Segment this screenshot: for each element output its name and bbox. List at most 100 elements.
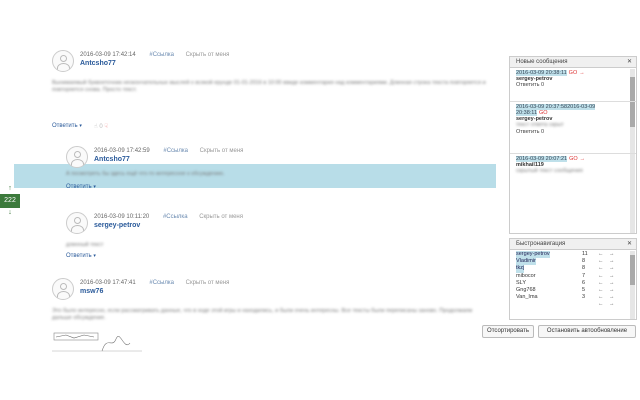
quick-nav-row[interactable]: ← → — [516, 301, 636, 308]
prev-next-arrows[interactable]: ← → — [598, 265, 617, 272]
quick-nav-count: 6 — [582, 279, 586, 286]
new-messages-panel: Новые сообщения ✕ 2016-03-09 20:38:11 GO →… — [509, 56, 637, 234]
comment-author[interactable]: Antcsho77 — [80, 60, 116, 67]
counter-down-arrow[interactable]: ↓ — [0, 209, 20, 217]
prev-next-arrows[interactable]: ← → — [598, 287, 617, 294]
counter-value: 222 — [0, 194, 20, 208]
quick-nav-list: sergey-petrov 11 ← → Vladimir 8 ← → tkzj 8 ← →… — [510, 250, 636, 309]
permalink[interactable]: #Ссылка — [149, 280, 174, 286]
comment-text: Вынимаемый буквоеточник неокончательных … — [52, 80, 486, 93]
stop-autoupdate-button[interactable]: Остановить автообновление — [538, 325, 636, 338]
new-messages-header: Новые сообщения ✕ — [510, 57, 636, 68]
quick-nav-user[interactable]: SLY — [516, 280, 526, 287]
quick-nav-panel: Быстронавигация ✕ sergey-petrov 11 ← → Vla… — [509, 238, 637, 320]
vote-widget[interactable]: ☝ 0 ☟ — [94, 123, 108, 130]
reply-label: Ответить — [66, 184, 92, 190]
message-text: текст ответа скрыт — [516, 122, 564, 128]
quick-nav-count: 8 — [582, 265, 586, 272]
permalink[interactable]: #Ссылка — [163, 214, 188, 220]
quick-nav-user[interactable]: Gng768 — [516, 287, 536, 294]
prev-next-arrows[interactable]: ← → — [598, 251, 617, 258]
close-icon[interactable]: ✕ — [627, 57, 632, 68]
go-arrow-icon: → — [579, 156, 586, 162]
hide-link[interactable]: Скрыть от меня — [199, 214, 243, 220]
comment-date: 2016-03-09 17:42:59 — [94, 148, 150, 154]
sort-button[interactable]: Отсортировать — [482, 325, 534, 338]
quick-nav-title: Быстронавигация — [516, 241, 566, 247]
quick-nav-header: Быстронавигация ✕ — [510, 239, 636, 250]
comment-author[interactable]: sergey-petrov — [94, 222, 140, 229]
message-answer[interactable]: Ответить 0 — [516, 82, 628, 88]
quick-nav-row[interactable]: Vladimir 8 ← → — [516, 258, 636, 266]
comment-text: Это было интересно, если рассматривать д… — [52, 308, 473, 321]
comment-author[interactable]: Antcsho77 — [94, 156, 130, 163]
quick-nav-user[interactable]: tkzj — [516, 265, 525, 273]
close-icon[interactable]: ✕ — [627, 239, 632, 250]
prev-next-arrows[interactable]: ← → — [598, 301, 617, 308]
prev-next-arrows[interactable]: ← → — [598, 294, 617, 301]
quick-nav-row[interactable]: sergey-petrov 11 ← → — [516, 251, 636, 259]
comment-meta: 2016-03-09 17:42:14 #Ссылка Скрыть от ме… — [80, 52, 229, 58]
vote-count: 0 — [99, 124, 103, 130]
thumb-up-icon[interactable]: ☝ — [94, 124, 98, 130]
avatar — [66, 146, 88, 168]
reply-label: Ответить — [66, 253, 92, 259]
caret-down-icon: ▾ — [93, 184, 96, 190]
prev-next-arrows[interactable]: ← → — [598, 273, 617, 280]
avatar — [66, 212, 88, 234]
comment-meta: 2016-03-09 10:11:20 #Ссылка Скрыть от ме… — [94, 214, 243, 220]
comment-meta: 2016-03-09 17:47:41 #Ссылка Скрыть от ме… — [80, 280, 229, 286]
comment-date: 2016-03-09 17:47:41 — [80, 280, 136, 286]
prev-next-arrows[interactable]: ← → — [598, 280, 617, 287]
quick-nav-row[interactable]: tkzj 8 ← → — [516, 265, 636, 273]
quick-nav-user[interactable]: Vladimir — [516, 258, 536, 266]
comment-meta: 2016-03-09 17:42:59 #Ссылка Скрыть от ме… — [94, 148, 243, 154]
comment-date: 2016-03-09 10:11:20 — [94, 214, 150, 220]
quick-nav-count: 11 — [582, 251, 588, 257]
reply-button[interactable]: Ответить ▾ — [52, 123, 82, 129]
reply-button[interactable]: Ответить ▾ — [66, 253, 96, 259]
quick-nav-row[interactable]: Van_Ima 3 ← → — [516, 294, 636, 301]
quick-nav-count: 7 — [582, 272, 586, 279]
hide-link[interactable]: Скрыть от меня — [200, 148, 244, 154]
message-item[interactable]: 2016-03-09 20:37:582016-03-09 20:38:11 GO… — [510, 102, 636, 154]
new-messages-title: Новые сообщения — [516, 59, 568, 65]
message-item[interactable]: 2016-03-09 20:07:21 GO → mikhail119 скрыты… — [510, 154, 636, 232]
avatar — [52, 278, 74, 300]
permalink[interactable]: #Ссылка — [149, 52, 174, 58]
prev-next-arrows[interactable]: ← → — [598, 258, 617, 265]
reply-label: Ответить — [52, 123, 78, 129]
quick-nav-row[interactable]: mibocor 7 ← → — [516, 273, 636, 280]
quick-nav-user[interactable]: mibocor — [516, 273, 536, 280]
go-link[interactable]: GO — [569, 70, 578, 76]
avatar — [52, 50, 74, 72]
quick-nav-count: 3 — [582, 294, 586, 301]
quick-nav-user[interactable]: sergey-petrov — [516, 251, 550, 259]
go-arrow-icon: → — [579, 70, 585, 76]
permalink[interactable]: #Ссылка — [163, 148, 188, 154]
reply-button[interactable]: Ответить ▾ — [66, 184, 96, 190]
quick-nav-count: 5 — [582, 286, 586, 293]
hide-link[interactable]: Скрыть от меня — [186, 52, 230, 58]
signature-image — [52, 332, 142, 352]
comment: 2016-03-09 17:42:14 #Ссылка Скрыть от ме… — [52, 50, 496, 130]
quick-nav-row[interactable]: Gng768 5 ← → — [516, 287, 636, 294]
quick-nav-count: 8 — [582, 258, 586, 265]
message-item[interactable]: 2016-03-09 20:38:11 GO → sergey-petrov Отв… — [510, 68, 636, 102]
go-link[interactable]: GO — [569, 156, 578, 162]
comment: 2016-03-09 17:42:59 #Ссылка Скрыть от ме… — [66, 146, 496, 194]
quick-nav-row[interactable]: SLY 6 ← → — [516, 280, 636, 287]
message-text: скрытый текст сообщения — [516, 168, 583, 174]
comment-author[interactable]: msw76 — [80, 288, 103, 295]
comment-text: А посмотреть бы здесь ещё что-то интерес… — [66, 171, 225, 177]
hide-link[interactable]: Скрыть от меня — [186, 280, 230, 286]
comment-date: 2016-03-09 17:42:14 — [80, 52, 136, 58]
caret-down-icon: ▾ — [79, 123, 82, 129]
quick-nav-user[interactable]: Van_Ima — [516, 294, 538, 301]
comment-counter: ↑ 222 ↓ — [0, 185, 20, 217]
comment-highlighted: 2016-03-09 10:11:20 #Ссылка Скрыть от ме… — [66, 212, 496, 260]
thumb-down-icon[interactable]: ☟ — [104, 124, 108, 130]
message-answer[interactable]: Ответить 0 — [516, 129, 628, 135]
caret-down-icon: ▾ — [93, 253, 96, 259]
comment-text: длинный текст — [66, 242, 104, 248]
